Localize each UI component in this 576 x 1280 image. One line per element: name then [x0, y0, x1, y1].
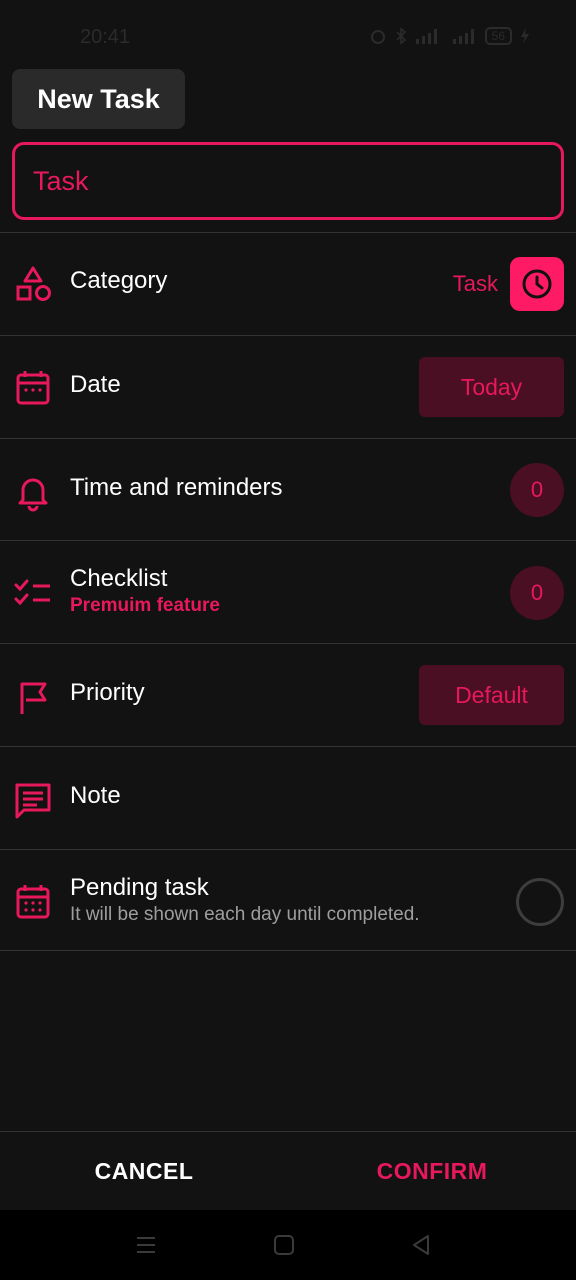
- date-label: Date: [70, 371, 121, 398]
- calendar-icon: [16, 371, 50, 405]
- category-row[interactable]: Category Task: [0, 232, 576, 334]
- note-row[interactable]: Note: [0, 746, 576, 848]
- status-icons: 56: [369, 27, 530, 45]
- confirm-button[interactable]: CONFIRM: [288, 1132, 576, 1210]
- checklist-row[interactable]: Checklist Premuim feature 0: [0, 540, 576, 642]
- status-time: 20:41: [80, 26, 131, 48]
- reminders-count-button[interactable]: 0: [510, 463, 564, 517]
- note-icon: [15, 783, 51, 819]
- date-button[interactable]: Today: [419, 357, 564, 417]
- shapes-icon: [16, 266, 51, 301]
- priority-button[interactable]: Default: [419, 665, 564, 725]
- alarm-icon: [370, 30, 385, 44]
- page-title: New Task: [12, 69, 185, 129]
- clock-icon: [522, 269, 552, 299]
- premium-feature-label: Premuim feature: [70, 595, 220, 616]
- task-name-input[interactable]: [12, 142, 564, 220]
- checklist-icon: [14, 579, 50, 606]
- category-icon-button[interactable]: [510, 257, 564, 311]
- signal-4g-icon: [452, 29, 474, 44]
- back-icon[interactable]: [410, 1234, 432, 1256]
- checklist-label: Checklist: [70, 565, 168, 592]
- charging-icon: [521, 28, 529, 44]
- calendar-grid-icon: [16, 885, 50, 919]
- time-reminders-label: Time and reminders: [70, 474, 283, 501]
- date-row[interactable]: Date Today: [0, 335, 576, 437]
- bluetooth-icon: [396, 27, 406, 45]
- checklist-count-button[interactable]: 0: [510, 566, 564, 620]
- category-value: Task: [452, 271, 498, 296]
- home-icon[interactable]: [273, 1234, 295, 1256]
- category-label: Category: [70, 267, 168, 294]
- menu-icon[interactable]: [135, 1234, 157, 1256]
- battery-indicator: 56: [484, 27, 512, 45]
- bell-icon: [18, 478, 48, 512]
- time-reminders-row[interactable]: Time and reminders 0: [0, 438, 576, 540]
- pending-task-description: It will be shown each day until complete…: [70, 904, 420, 925]
- pending-task-label: Pending task: [70, 874, 209, 901]
- pending-task-row[interactable]: Pending task It will be shown each day u…: [0, 849, 576, 951]
- status-bar: 20:41 56: [0, 0, 576, 70]
- priority-row[interactable]: Priority Default: [0, 643, 576, 745]
- note-label: Note: [70, 782, 121, 809]
- flag-icon: [20, 682, 47, 714]
- cancel-button[interactable]: CANCEL: [0, 1132, 288, 1210]
- pending-task-toggle[interactable]: [516, 878, 564, 926]
- priority-label: Priority: [70, 679, 145, 706]
- system-nav-bar: [0, 1210, 576, 1280]
- signal-icon: [415, 29, 437, 44]
